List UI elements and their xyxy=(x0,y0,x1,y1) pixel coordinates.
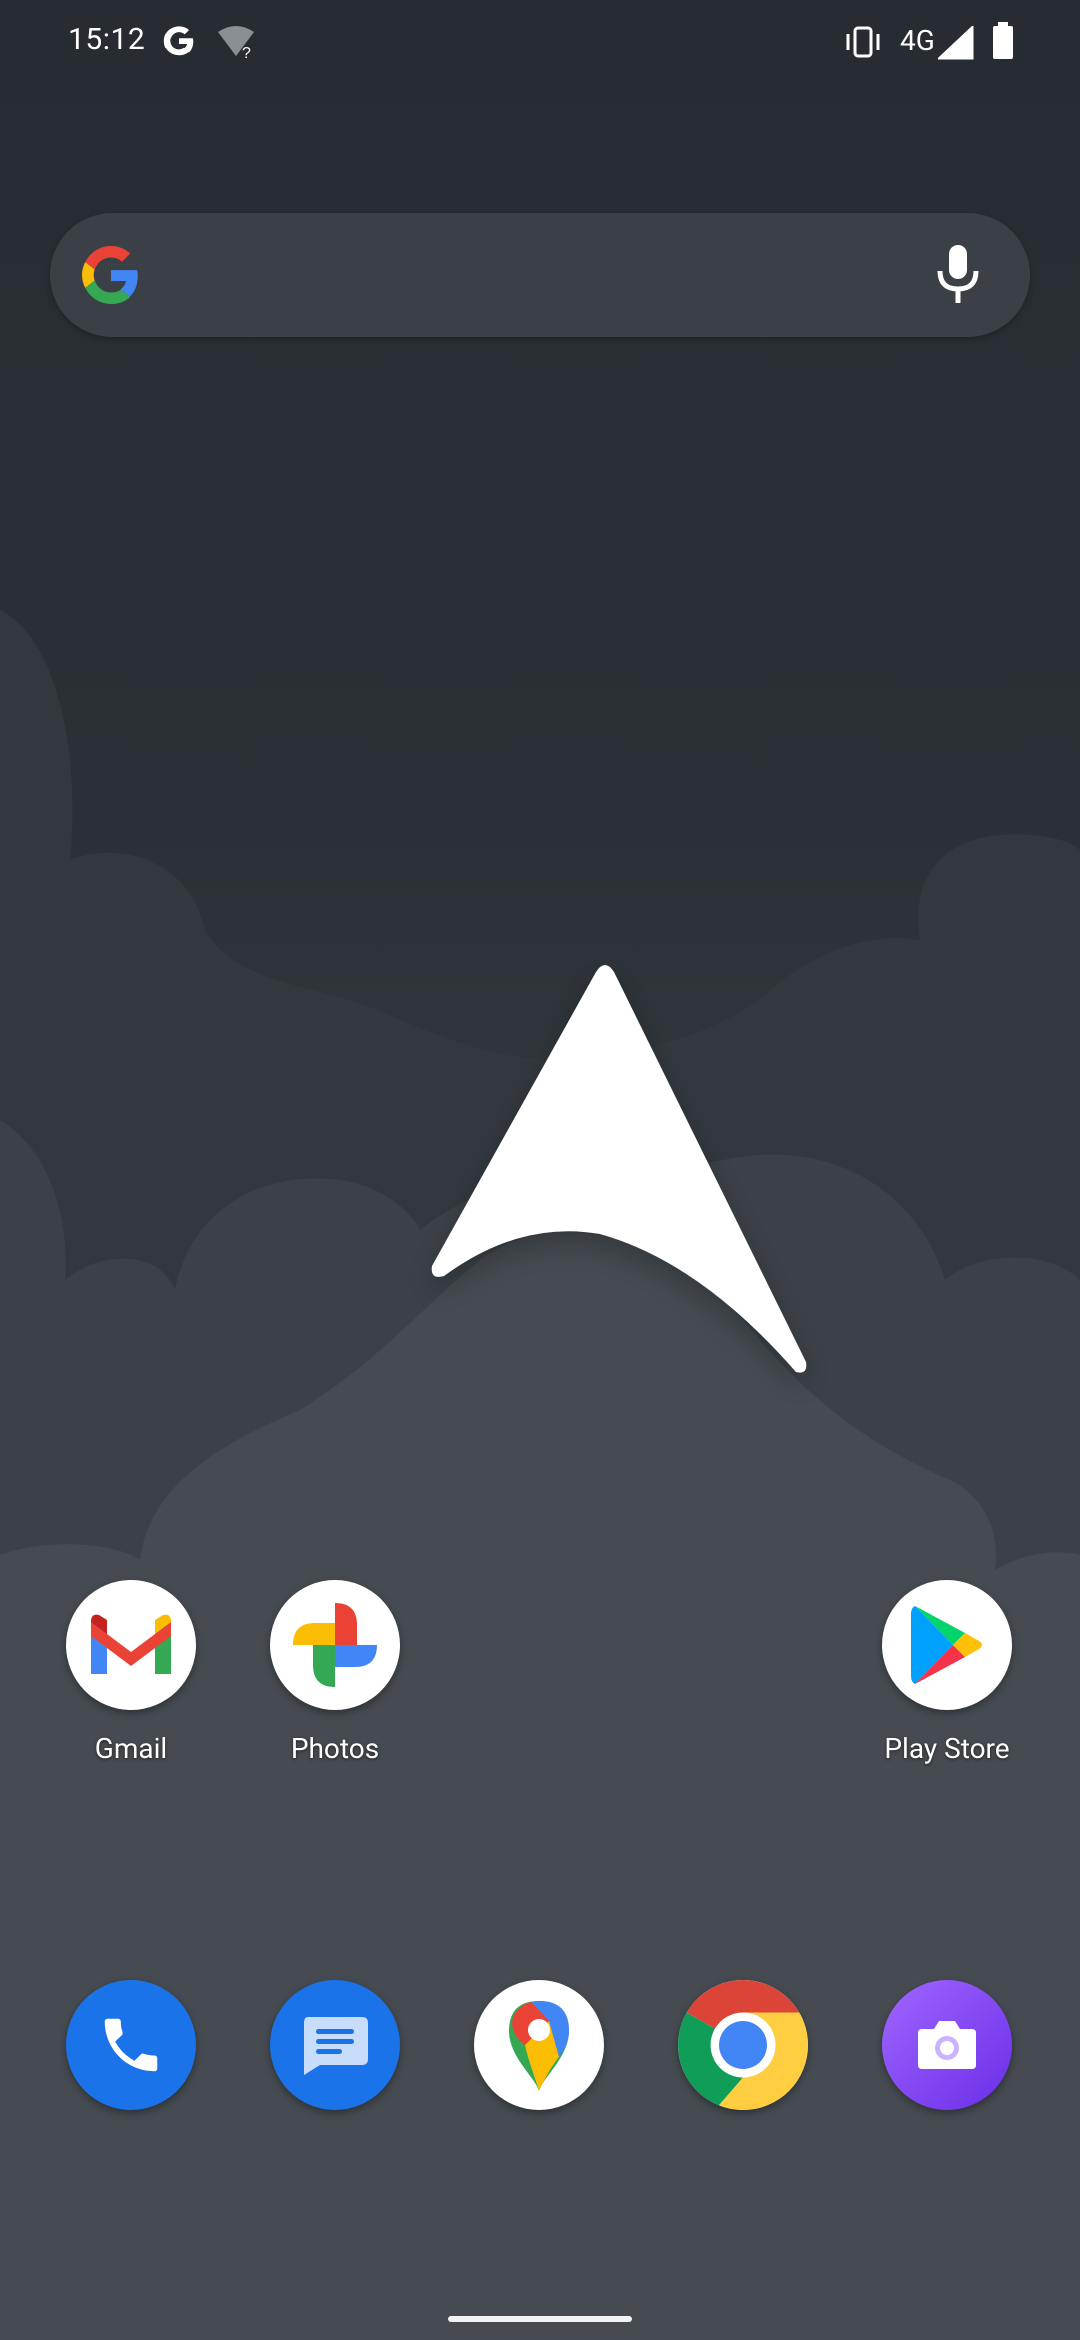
photos-icon xyxy=(270,1580,400,1710)
app-gmail[interactable]: Gmail xyxy=(31,1580,231,1765)
app-label: Gmail xyxy=(94,1732,168,1765)
app-photos[interactable]: Photos xyxy=(235,1580,435,1765)
gmail-icon xyxy=(66,1580,196,1710)
status-bar: 15:12 ? 4G xyxy=(0,0,1080,86)
status-time: 15:12 xyxy=(68,22,146,57)
dock-phone[interactable] xyxy=(31,1980,231,2110)
google-icon xyxy=(160,22,198,64)
app-label: Photos xyxy=(290,1732,380,1765)
google-logo-icon xyxy=(82,246,140,308)
play-store-icon xyxy=(882,1580,1012,1710)
messages-icon xyxy=(270,1980,400,2110)
phone-icon xyxy=(66,1980,196,2110)
google-search-bar[interactable] xyxy=(50,213,1030,337)
chrome-icon xyxy=(678,1980,808,2110)
signal-icon xyxy=(936,24,974,64)
dock-maps[interactable] xyxy=(439,1980,639,2110)
dock-chrome[interactable] xyxy=(643,1980,843,2110)
dock-camera[interactable] xyxy=(847,1980,1047,2110)
battery-icon xyxy=(992,22,1014,64)
svg-text:?: ? xyxy=(242,45,251,60)
maps-icon xyxy=(474,1980,604,2110)
app-label: Play Store xyxy=(884,1732,1010,1765)
gesture-nav-handle[interactable] xyxy=(448,2316,632,2322)
vibrate-icon xyxy=(843,24,883,64)
dock-messages[interactable] xyxy=(235,1980,435,2110)
camera-icon xyxy=(882,1980,1012,2110)
network-type: 4G xyxy=(900,24,935,57)
app-play-store[interactable]: Play Store xyxy=(847,1580,1047,1765)
microphone-icon[interactable] xyxy=(930,243,986,311)
wifi-unknown-icon: ? xyxy=(216,24,256,64)
